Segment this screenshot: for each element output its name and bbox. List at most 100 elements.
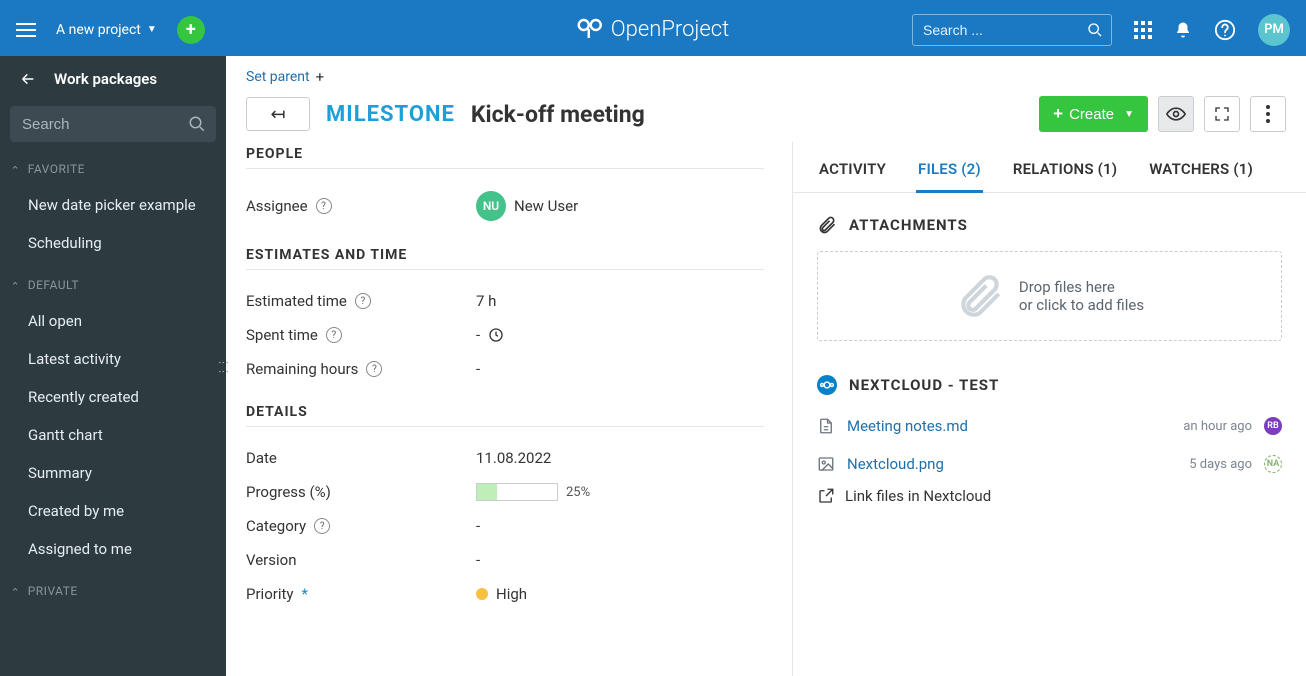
global-search-input[interactable] — [923, 22, 1081, 38]
attachment-dropzone[interactable]: Drop files here or click to add files — [817, 251, 1282, 341]
sidebar-item[interactable]: Created by me — [0, 492, 226, 530]
sidebar-item[interactable]: Gantt chart — [0, 416, 226, 454]
project-selector[interactable]: A new project ▼ — [56, 22, 157, 38]
progress-bar — [476, 483, 558, 501]
progress-fill — [477, 484, 497, 500]
doc-icon — [817, 417, 835, 435]
file-author-avatar: RB — [1264, 417, 1282, 435]
sidebar-group-private[interactable]: ⌄ PRIVATE — [0, 578, 226, 604]
sidebar-item[interactable]: New date picker example — [0, 186, 226, 224]
plus-icon: + — [316, 68, 325, 86]
help-icon[interactable]: ? — [314, 518, 330, 534]
sidebar-title: Work packages — [54, 70, 157, 88]
group-label: FAVORITE — [28, 162, 85, 176]
tab-activity[interactable]: ACTIVITY — [817, 160, 888, 192]
global-search[interactable] — [912, 14, 1112, 46]
set-parent-link[interactable]: Set parent + — [226, 56, 1306, 90]
field-label: Category — [246, 517, 306, 535]
file-author-avatar: NA — [1264, 455, 1282, 473]
set-parent-label: Set parent — [246, 69, 310, 85]
file-time: an hour ago — [1183, 419, 1252, 434]
tab-relations[interactable]: RELATIONS (1) — [1011, 160, 1119, 192]
notifications-icon[interactable] — [1174, 21, 1192, 39]
attachments-header: ATTACHMENTS — [817, 215, 1282, 235]
file-time: 5 days ago — [1189, 457, 1252, 472]
chevron-up-icon: ⌄ — [10, 163, 20, 176]
field-priority[interactable]: Priority * High — [246, 577, 764, 611]
clock-icon[interactable] — [488, 327, 504, 343]
sidebar-group-favorite[interactable]: ⌄ FAVORITE — [0, 156, 226, 182]
group-label: PRIVATE — [28, 584, 78, 598]
nextcloud-file[interactable]: Nextcloud.png 5 days ago NA — [817, 449, 1282, 487]
file-name[interactable]: Nextcloud.png — [847, 455, 944, 473]
hamburger-menu-icon[interactable] — [16, 23, 36, 37]
priority-dot-icon — [476, 588, 488, 600]
field-estimated-time[interactable]: Estimated time? 7 h — [246, 284, 764, 318]
apps-grid-icon[interactable] — [1134, 21, 1152, 39]
field-spent-time[interactable]: Spent time? - — [246, 318, 764, 352]
sidebar-item[interactable]: Scheduling — [0, 224, 226, 262]
field-label: Remaining hours — [246, 360, 358, 378]
field-progress[interactable]: Progress (%) 25% — [246, 475, 764, 509]
sidebar-item[interactable]: Assigned to me — [0, 530, 226, 568]
open-link-icon — [817, 487, 835, 505]
create-button[interactable]: + Create ▼ — [1039, 96, 1148, 132]
help-icon[interactable]: ? — [316, 198, 332, 214]
global-create-button[interactable]: + — [177, 16, 205, 44]
chevron-up-icon: ⌄ — [10, 585, 20, 598]
file-name[interactable]: Meeting notes.md — [847, 417, 968, 435]
chevron-up-icon: ⌄ — [10, 279, 20, 292]
paperclip-icon — [817, 215, 837, 235]
sidebar-search-input[interactable] — [10, 106, 216, 142]
wp-type[interactable]: MILESTONE — [326, 102, 455, 127]
sidebar-back-icon[interactable] — [18, 71, 38, 87]
field-version[interactable]: Version - — [246, 543, 764, 577]
nextcloud-file[interactable]: Meeting notes.md an hour ago RB — [817, 411, 1282, 449]
link-nextcloud-files[interactable]: Link files in Nextcloud — [817, 487, 1282, 505]
field-value: - — [476, 326, 480, 344]
wp-details-panel: PEOPLE Assignee? NU New User ESTIMATES A… — [226, 142, 792, 676]
chevron-down-icon: ▼ — [1124, 109, 1134, 120]
help-icon[interactable]: ? — [355, 293, 371, 309]
sidebar-item[interactable]: Summary — [0, 454, 226, 492]
kebab-icon — [1266, 105, 1270, 123]
sidebar-item[interactable]: Recently created — [0, 378, 226, 416]
side-tabs: ACTIVITY FILES (2) RELATIONS (1) WATCHER… — [793, 142, 1306, 193]
favorite-list: New date picker example Scheduling — [0, 182, 226, 272]
help-icon[interactable]: ? — [366, 361, 382, 377]
sidebar-item[interactable]: All open — [0, 302, 226, 340]
section-label: ATTACHMENTS — [849, 216, 968, 234]
user-avatar[interactable]: PM — [1258, 14, 1290, 46]
sidebar-item[interactable]: Latest activity — [0, 340, 226, 378]
sidebar-group-default[interactable]: ⌄ DEFAULT — [0, 272, 226, 298]
field-value: - — [476, 360, 764, 378]
top-bar: A new project ▼ + OpenProject PM — [0, 0, 1306, 56]
plus-icon: + — [1053, 104, 1063, 124]
wp-back-button[interactable]: ↤ — [246, 97, 310, 131]
expand-icon — [1214, 106, 1230, 122]
watch-button[interactable] — [1158, 96, 1194, 132]
eye-icon — [1166, 104, 1186, 124]
nextcloud-header: NEXTCLOUD - TEST — [817, 375, 1282, 395]
section-people: PEOPLE — [246, 146, 764, 169]
help-icon[interactable]: ? — [326, 327, 342, 343]
tab-watchers[interactable]: WATCHERS (1) — [1147, 160, 1255, 192]
wp-title[interactable]: Kick-off meeting — [471, 101, 645, 128]
paperclip-icon — [955, 271, 1005, 321]
fullscreen-button[interactable] — [1204, 96, 1240, 132]
progress-percent: 25% — [566, 485, 590, 500]
field-value: 11.08.2022 — [476, 449, 764, 467]
field-remaining-hours[interactable]: Remaining hours? - — [246, 352, 764, 386]
field-assignee[interactable]: Assignee? NU New User — [246, 183, 764, 229]
sidebar-header: Work packages — [0, 70, 226, 106]
tab-files[interactable]: FILES (2) — [916, 160, 983, 193]
field-date[interactable]: Date 11.08.2022 — [246, 441, 764, 475]
more-menu-button[interactable] — [1250, 96, 1286, 132]
create-label: Create — [1069, 106, 1114, 123]
assignee-name: New User — [514, 197, 578, 215]
field-value: - — [476, 517, 764, 535]
field-category[interactable]: Category? - — [246, 509, 764, 543]
field-value: 7 h — [476, 292, 764, 310]
help-icon[interactable] — [1214, 19, 1236, 41]
app-logo[interactable]: OpenProject — [577, 17, 729, 42]
